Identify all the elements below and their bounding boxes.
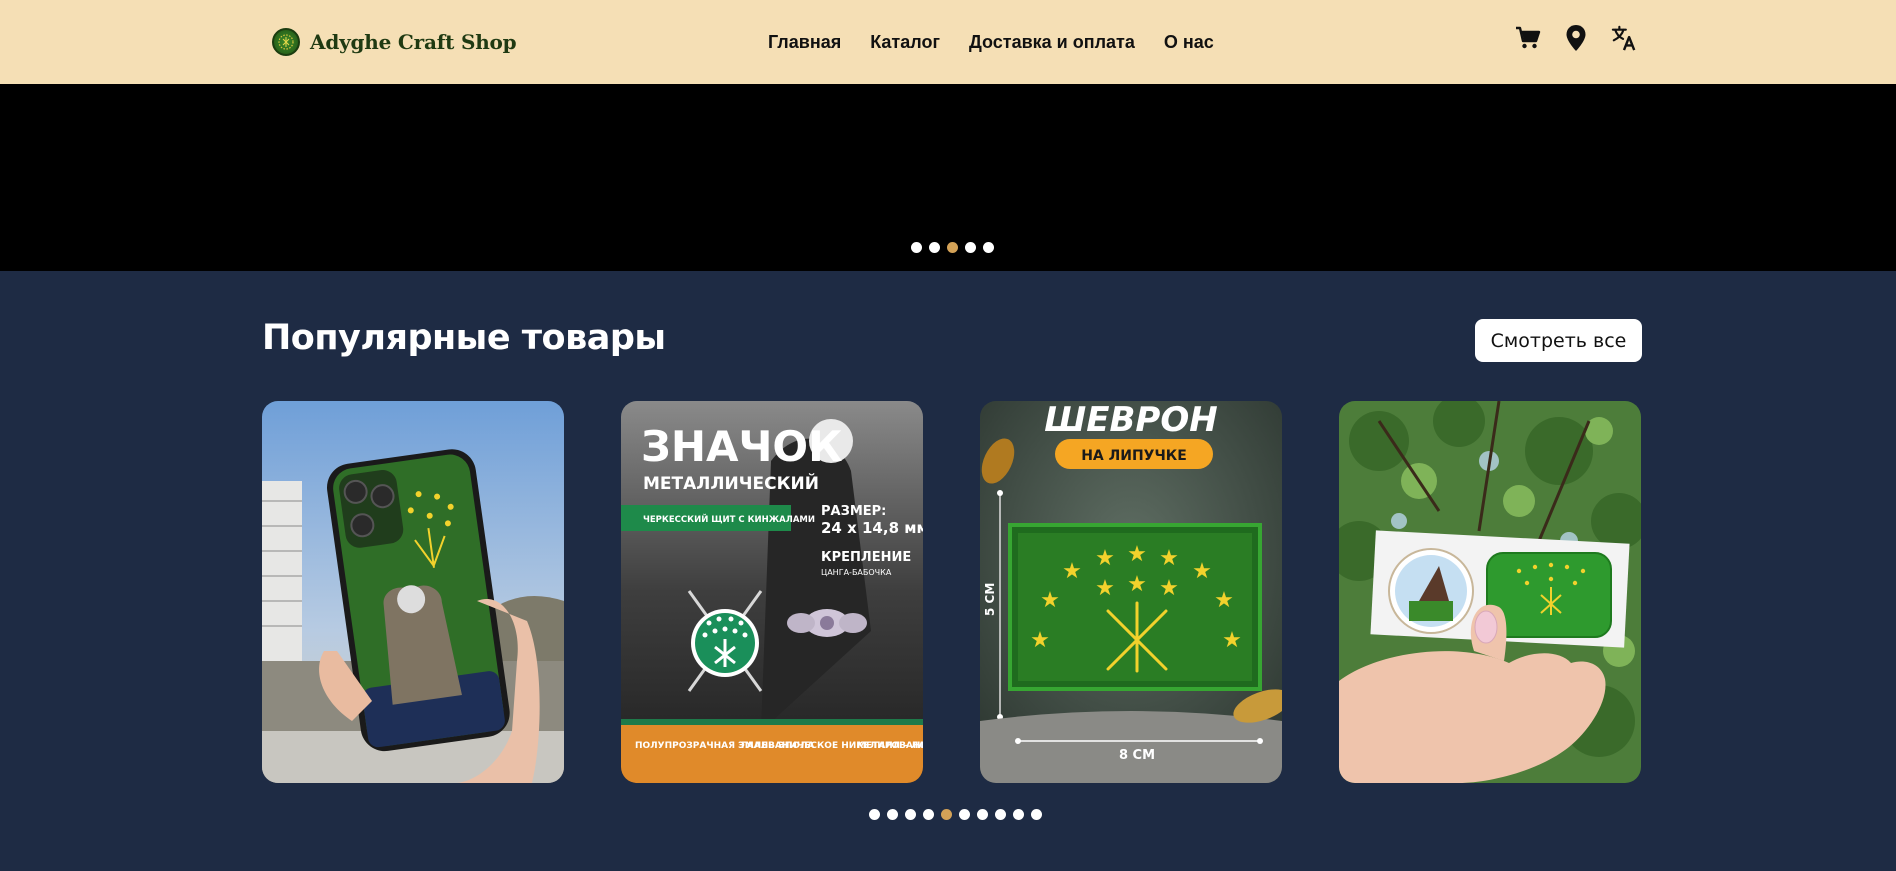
header-icons bbox=[1515, 24, 1637, 52]
products-dot[interactable] bbox=[905, 809, 916, 820]
svg-text:★: ★ bbox=[1159, 576, 1179, 601]
svg-text:★: ★ bbox=[1040, 588, 1060, 613]
nav-about[interactable]: О нас bbox=[1164, 32, 1214, 53]
product-card[interactable]: ЗНАЧОК МЕТАЛЛИЧЕСКИЙ ЧЕРКЕССКИЙ ЩИТ С КИ… bbox=[621, 401, 923, 783]
hero-dot[interactable] bbox=[929, 242, 940, 253]
hero-pagination bbox=[911, 242, 994, 253]
logo-icon bbox=[272, 28, 300, 56]
svg-text:★: ★ bbox=[1095, 546, 1115, 571]
main-nav: Главная Каталог Доставка и оплата О нас bbox=[768, 32, 1214, 53]
product-card[interactable] bbox=[1339, 401, 1641, 783]
poster-title: ЗНАЧОК bbox=[641, 422, 842, 471]
products-dot[interactable] bbox=[995, 809, 1006, 820]
popular-section-title: Популярные товары bbox=[262, 318, 666, 358]
product-card[interactable]: ШЕВРОН НА ЛИПУЧКЕ ★ ★ ★ ★ ★ ★ ★ ★ ★ ★ ★ ★ 5 СМ 8 bbox=[980, 401, 1282, 783]
chevron-height-label: 5 СМ bbox=[983, 583, 997, 616]
svg-text:★: ★ bbox=[1127, 542, 1147, 567]
svg-text:★: ★ bbox=[1192, 559, 1212, 584]
hero-dot[interactable] bbox=[983, 242, 994, 253]
poster-mount-value: ЦАНГА-БАБОЧКА bbox=[821, 568, 892, 577]
svg-text:★: ★ bbox=[1030, 628, 1050, 653]
chevron-title: ШЕВРОН bbox=[1044, 401, 1217, 440]
products-dot[interactable] bbox=[1031, 809, 1042, 820]
flag-stickers-in-hand-image bbox=[1339, 401, 1641, 783]
products-dot-active[interactable] bbox=[941, 809, 952, 820]
metal-badge-poster-image: ЗНАЧОК МЕТАЛЛИЧЕСКИЙ ЧЕРКЕССКИЙ ЩИТ С КИ… bbox=[621, 401, 923, 783]
chevron-badge: НА ЛИПУЧКЕ bbox=[1081, 448, 1187, 464]
svg-text:★: ★ bbox=[1127, 572, 1147, 597]
svg-text:★: ★ bbox=[1062, 559, 1082, 584]
popular-products-carousel: ЗНАЧОК МЕТАЛЛИЧЕСКИЙ ЧЕРКЕССКИЙ ЩИТ С КИ… bbox=[262, 401, 1641, 783]
poster-banner: ЧЕРКЕССКИЙ ЩИТ С КИНЖАЛАМИ bbox=[643, 513, 815, 525]
site-header: Adyghe Craft Shop Главная Каталог Достав… bbox=[0, 0, 1896, 84]
products-dot[interactable] bbox=[887, 809, 898, 820]
products-dot[interactable] bbox=[869, 809, 880, 820]
products-dot[interactable] bbox=[923, 809, 934, 820]
products-dot[interactable] bbox=[977, 809, 988, 820]
svg-text:★: ★ bbox=[1214, 588, 1234, 613]
adyghe-flag-phone-case-image bbox=[262, 401, 564, 783]
nav-catalog[interactable]: Каталог bbox=[870, 32, 940, 53]
hero-slider bbox=[0, 84, 1896, 271]
hero-dot[interactable] bbox=[911, 242, 922, 253]
poster-mount-label: КРЕПЛЕНИЕ bbox=[821, 550, 911, 565]
hero-dot[interactable] bbox=[965, 242, 976, 253]
location-pin-icon[interactable] bbox=[1563, 24, 1589, 52]
products-dot[interactable] bbox=[959, 809, 970, 820]
nav-delivery[interactable]: Доставка и оплата bbox=[969, 32, 1135, 53]
cart-icon[interactable] bbox=[1515, 24, 1541, 52]
nav-home[interactable]: Главная bbox=[768, 32, 841, 53]
poster-size-label: РАЗМЕР: bbox=[821, 504, 886, 519]
hero-dot-active[interactable] bbox=[947, 242, 958, 253]
products-dot[interactable] bbox=[1013, 809, 1024, 820]
logo[interactable]: Adyghe Craft Shop bbox=[272, 28, 517, 56]
view-all-button[interactable]: Смотреть все bbox=[1475, 319, 1642, 362]
velcro-chevron-poster-image: ШЕВРОН НА ЛИПУЧКЕ ★★ ★ ★★ ★ ★ ★ ★ ★ ★ ★ 5 СМ 8 bbox=[980, 401, 1282, 783]
poster-subtitle: МЕТАЛЛИЧЕСКИЙ bbox=[643, 472, 819, 494]
logo-text: Adyghe Craft Shop bbox=[310, 30, 517, 54]
poster-footer-3: МЕТАЛЛ – ЛАТУНЬ bbox=[857, 741, 923, 751]
svg-text:★: ★ bbox=[1222, 628, 1242, 653]
chevron-width-label: 8 СМ bbox=[1119, 748, 1155, 763]
product-card[interactable] bbox=[262, 401, 564, 783]
poster-size-value: 24 x 14,8 мм bbox=[821, 519, 923, 537]
svg-text:★: ★ bbox=[1095, 576, 1115, 601]
svg-text:★: ★ bbox=[1159, 546, 1179, 571]
products-pagination bbox=[869, 809, 1042, 820]
translate-icon[interactable] bbox=[1611, 24, 1637, 52]
